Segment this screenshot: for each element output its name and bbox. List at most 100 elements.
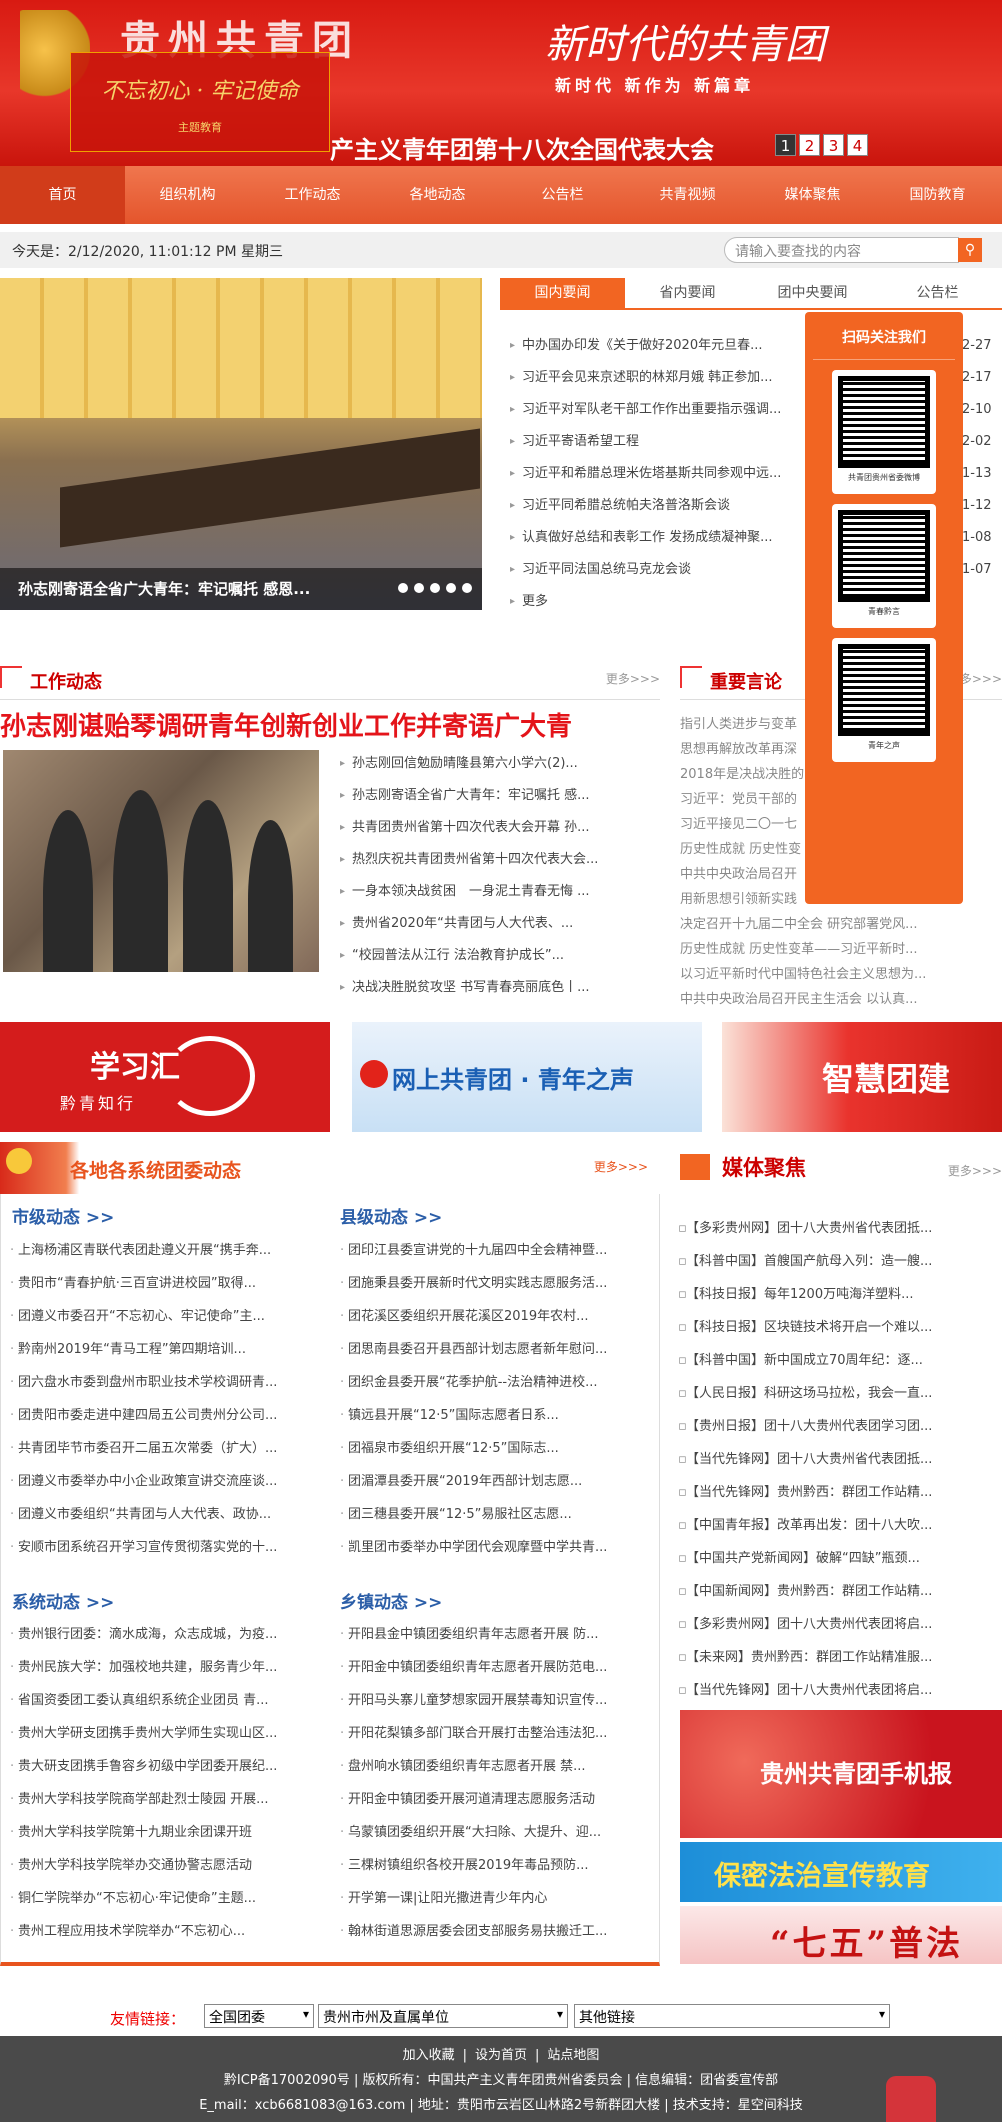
list-item[interactable]: 贵州工程应用技术学院举办“不忘初心... — [8, 1915, 308, 1948]
list-item[interactable]: 贵阳市“青春护航·三百宣讲进校园”取得... — [8, 1267, 308, 1300]
list-item[interactable]: 团织金县委开展“花季护航--法治精神进校... — [338, 1366, 638, 1399]
list-item[interactable]: 安顺市团系统召开学习宣传贯彻落实党的十... — [8, 1531, 308, 1564]
search-input[interactable]: 请输入要查找的内容 — [724, 237, 959, 263]
regional-more-link[interactable]: 更多>>> — [594, 1158, 648, 1175]
work-more-link[interactable]: 更多>>> — [606, 670, 660, 687]
list-item[interactable]: 团施秉县委开展新时代文明实践志愿服务活... — [338, 1267, 638, 1300]
list-item[interactable]: 贵大研支团携手鲁容乡初级中学团委开展纪... — [8, 1750, 308, 1783]
work-item[interactable]: 贵州省2020年“共青团与人大代表、... — [340, 908, 640, 940]
search-button[interactable]: ⚲ — [958, 238, 982, 262]
list-item[interactable]: 团贵阳市委走进中建四局五公司贵州分公司... — [8, 1399, 308, 1432]
list-item[interactable]: 【科普中国】新中国成立70周年纪：逐... — [676, 1344, 964, 1377]
list-item[interactable]: 开阳金中镇团委组织青年志愿者开展防范电... — [338, 1651, 638, 1684]
slider-dot[interactable] — [398, 583, 408, 593]
list-item[interactable]: 贵州民族大学：加强校地共建，服务青少年... — [8, 1651, 308, 1684]
list-item[interactable]: 开阳花梨镇多部门联合开展打击整治违法犯... — [338, 1717, 638, 1750]
list-item[interactable]: 团印江县委宣讲党的十九届四中全会精神暨... — [338, 1234, 638, 1267]
slider-dot[interactable] — [462, 583, 472, 593]
list-item[interactable]: 盘州响水镇团委组织青年志愿者开展 禁... — [338, 1750, 638, 1783]
nav-work-news[interactable]: 工作动态 — [250, 166, 375, 224]
law-banner[interactable]: “七五”普法 — [680, 1906, 1002, 1964]
list-item[interactable]: 【未来网】贵州黔西：群团工作站精准服... — [676, 1641, 964, 1674]
nav-organization[interactable]: 组织机构 — [125, 166, 250, 224]
system-news-heading[interactable]: 系统动态 >> — [12, 1588, 114, 1613]
list-item[interactable]: 贵州大学科技学院第十九期业余团课开班 — [8, 1816, 308, 1849]
work-item[interactable]: 热烈庆祝共青团贵州省第十四次代表大会... — [340, 844, 640, 876]
smart-league-banner[interactable]: 智慧团建 — [722, 1022, 1002, 1132]
list-item[interactable]: 铜仁学院举办“不忘初心·牢记使命”主题... — [8, 1882, 308, 1915]
work-item[interactable]: 一身本领决战贫困 一身泥土青春无悔 ... — [340, 876, 640, 908]
mobile-news-banner[interactable]: 贵州共青团手机报 — [680, 1710, 1002, 1838]
city-news-heading[interactable]: 市级动态 >> — [12, 1203, 114, 1228]
add-favorite-link[interactable]: 加入收藏 — [395, 2048, 463, 2063]
list-item[interactable]: 【当代先锋网】团十八大贵州代表团将启... — [676, 1674, 964, 1707]
quote-item[interactable]: 历史性成就 历史性变革——习近平新时... — [680, 937, 940, 962]
news-item[interactable]: 习近平同法国总统马克龙会谈 — [510, 554, 810, 586]
list-item[interactable]: 三棵树镇组织各校开展2019年毒品预防... — [338, 1849, 638, 1882]
slider-dot[interactable] — [414, 583, 424, 593]
photo-slider[interactable]: 孙志刚寄语全省广大青年：牢记嘱托 感恩... — [0, 278, 482, 610]
tab-notices[interactable]: 公告栏 — [875, 278, 1000, 308]
slider-dot[interactable] — [430, 583, 440, 593]
work-item[interactable]: 共青团贵州省第十四次代表大会开幕 孙... — [340, 812, 640, 844]
secrecy-banner[interactable]: 保密法治宣传教育 — [680, 1842, 1002, 1902]
national-league-select[interactable]: 全国团委 — [204, 2004, 314, 2028]
quote-item[interactable]: 中共中央政治局召开民主生活会 以认真... — [680, 987, 940, 1012]
list-item[interactable]: 团遵义市委举办中小企业政策宣讲交流座谈... — [8, 1465, 308, 1498]
list-item[interactable]: 【当代先锋网】贵州黔西：群团工作站精... — [676, 1476, 964, 1509]
list-item[interactable]: 上海杨浦区青联代表团赴遵义开展“携手奔... — [8, 1234, 308, 1267]
xuexi-banner[interactable]: 学习汇 黔青知行 — [0, 1022, 330, 1132]
list-item[interactable]: 黔南州2019年“青马工程”第四期培训... — [8, 1333, 308, 1366]
news-item[interactable]: 习近平会见来京述职的林郑月娥 韩正参加... — [510, 362, 810, 394]
work-item[interactable]: “校园普法从江行 法治教育护成长”... — [340, 940, 640, 972]
list-item[interactable]: 团六盘水市委到盘州市职业技术学校调研青... — [8, 1366, 308, 1399]
list-item[interactable]: 【多彩贵州网】团十八大贵州省代表团抵... — [676, 1212, 964, 1245]
banner-page-2[interactable]: 2 — [799, 134, 820, 156]
list-item[interactable]: 镇远县开展“12·5”国际志愿者日系... — [338, 1399, 638, 1432]
media-more-link[interactable]: 更多>>> — [948, 1162, 1002, 1179]
list-item[interactable]: 【中国新闻网】贵州黔西：群团工作站精... — [676, 1575, 964, 1608]
tab-domestic-news[interactable]: 国内要闻 — [500, 278, 625, 308]
list-item[interactable]: 团思南县委召开县西部计划志愿者新年慰问... — [338, 1333, 638, 1366]
list-item[interactable]: 团遵义市委组织“共青团与人大代表、政协... — [8, 1498, 308, 1531]
list-item[interactable]: 翰林街道思源居委会团支部服务易扶搬迁工... — [338, 1915, 638, 1948]
news-item[interactable]: 习近平同希腊总统帕夫洛普洛斯会谈 — [510, 490, 810, 522]
banner-page-3[interactable]: 3 — [823, 134, 844, 156]
list-item[interactable]: 【科普中国】首艘国产航母入列：造一艘... — [676, 1245, 964, 1278]
list-item[interactable]: 团福泉市委组织开展“12·5”国际志... — [338, 1432, 638, 1465]
news-more-link[interactable]: 更多 — [510, 586, 810, 618]
nav-videos[interactable]: 共青视频 — [625, 166, 750, 224]
online-league-banner[interactable]: 网上共青团 · 青年之声 — [352, 1022, 702, 1132]
list-item[interactable]: 【中国青年报】改革再出发：团十八大吹... — [676, 1509, 964, 1542]
list-item[interactable]: 团花溪区委组织开展花溪区2019年农村... — [338, 1300, 638, 1333]
news-item[interactable]: 习近平和希腊总理米佐塔基斯共同参观中远... — [510, 458, 810, 490]
work-item[interactable]: 孙志刚寄语全省广大青年：牢记嘱托 感... — [340, 780, 640, 812]
list-item[interactable]: 【人民日报】科研这场马拉松，我会一直... — [676, 1377, 964, 1410]
nav-defense-education[interactable]: 国防教育 — [875, 166, 1000, 224]
nav-regional-news[interactable]: 各地动态 — [375, 166, 500, 224]
list-item[interactable]: 乌蒙镇团委组织开展“大扫除、大提升、迎... — [338, 1816, 638, 1849]
work-item[interactable]: 决战决胜脱贫攻坚 书写青春亮丽底色丨... — [340, 972, 640, 1004]
list-item[interactable]: 开阳马头寨儿童梦想家园开展禁毒知识宣传... — [338, 1684, 638, 1717]
tab-central-league-news[interactable]: 团中央要闻 — [750, 278, 875, 308]
quote-item[interactable]: 决定召开十九届二中全会 研究部署党风... — [680, 912, 940, 937]
list-item[interactable]: 共青团毕节市委召开二届五次常委（扩大）... — [8, 1432, 308, 1465]
work-headline[interactable]: 孙志刚谌贻琴调研青年创新创业工作并寄语广大青 — [0, 706, 572, 743]
list-item[interactable]: 凯里团市委举办中学团代会观摩暨中学共青... — [338, 1531, 638, 1564]
set-homepage-link[interactable]: 设为首页 — [467, 2048, 535, 2063]
list-item[interactable]: 开阳县金中镇团委组织青年志愿者开展 防... — [338, 1618, 638, 1651]
list-item[interactable]: 【当代先锋网】团十八大贵州省代表团抵... — [676, 1443, 964, 1476]
list-item[interactable]: 【科技日报】区块链技术将开启一个难以... — [676, 1311, 964, 1344]
prefecture-select[interactable]: 贵州市州及直属单位 — [318, 2004, 568, 2028]
nav-home[interactable]: 首页 — [0, 166, 125, 224]
list-item[interactable]: 贵州大学研支团携手贵州大学师生实现山区... — [8, 1717, 308, 1750]
list-item[interactable]: 团遵义市委召开“不忘初心、牢记使命”主... — [8, 1300, 308, 1333]
nav-notices[interactable]: 公告栏 — [500, 166, 625, 224]
list-item[interactable]: 省国资委团工委认真组织系统企业团员 青... — [8, 1684, 308, 1717]
list-item[interactable]: 贵州大学科技学院举办交通协警志愿活动 — [8, 1849, 308, 1882]
news-item[interactable]: 习近平对军队老干部工作作出重要指示强调... — [510, 394, 810, 426]
other-links-select[interactable]: 其他链接 — [574, 2004, 890, 2028]
list-item[interactable]: 贵州银行团委：滴水成海，众志成城，为疫... — [8, 1618, 308, 1651]
list-item[interactable]: 开阳金中镇团委开展河道清理志愿服务活动 — [338, 1783, 638, 1816]
list-item[interactable]: 开学第一课|让阳光撒进青少年内心 — [338, 1882, 638, 1915]
